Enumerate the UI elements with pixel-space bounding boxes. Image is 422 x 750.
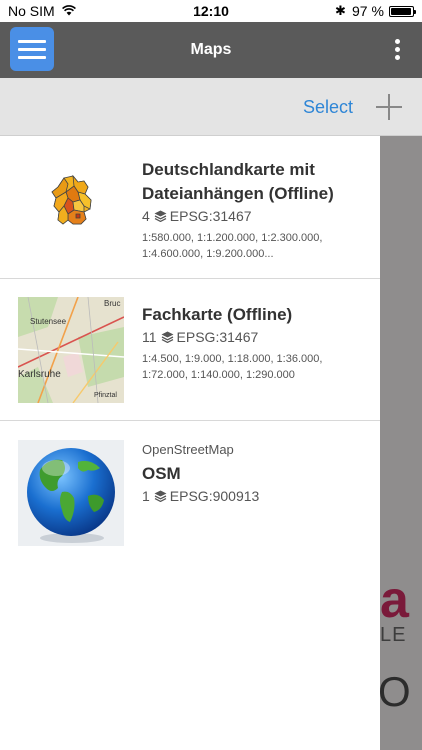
layers-icon — [154, 490, 167, 502]
thumb-label: Stutensee — [30, 317, 67, 326]
thumb-label: Bruc — [104, 299, 120, 308]
epsg-code: EPSG:31467 — [169, 208, 252, 224]
layers-icon — [161, 331, 174, 343]
map-details: OpenStreetMap OSM 1 EPSG:900913 — [142, 442, 372, 504]
more-options-button[interactable] — [390, 36, 406, 64]
more-vertical-icon-dot — [395, 55, 400, 60]
map-title: Fachkarte (Offline) — [142, 305, 293, 324]
page-title: Maps — [190, 41, 232, 58]
list-item-osm[interactable]: OpenStreetMap OSM 1 EPSG:900913 — [0, 421, 380, 561]
map-title-line: Dateianhängen (Offline) — [142, 184, 334, 203]
list-item-deutschlandkarte[interactable]: Deutschlandkarte mit Dateianhängen (Offl… — [0, 136, 380, 279]
status-bar: No SIM 12:10 ✱ 97 % — [0, 0, 422, 22]
layer-count: 4 — [142, 208, 150, 224]
navigation-bar: Maps — [0, 22, 422, 78]
germany-map-thumbnail — [18, 154, 124, 260]
list-item-fachkarte[interactable]: Bruc Stutensee Karlsruhe Pfinztal Fachka… — [0, 279, 380, 421]
background-char-fragment: O — [380, 668, 411, 715]
background-logo-fragment: a — [380, 571, 409, 629]
thumb-label: Pfinztal — [94, 392, 117, 399]
map-title: Deutschlandkarte mit Dateianhängen (Offl… — [142, 158, 372, 206]
bluetooth-icon: ✱ — [335, 3, 346, 18]
layer-count: 1 — [142, 488, 150, 504]
epsg-code: EPSG:31467 — [176, 329, 259, 345]
background-text-fragment: LE — [380, 624, 407, 646]
map-meta: 4 EPSG:31467 — [142, 208, 372, 224]
scales-line: 1:4.600.000, 1:9.200.000... — [142, 248, 274, 260]
more-vertical-icon-dot — [395, 39, 400, 44]
map-scales: 1:580.000, 1:1.200.000, 1:2.300.000, 1:4… — [142, 230, 372, 262]
battery-percent: 97 % — [352, 3, 384, 19]
scales-line: 1:580.000, 1:1.200.000, 1:2.300.000, — [142, 232, 323, 244]
more-vertical-icon-dot — [395, 47, 400, 52]
scales-line: 1:72.000, 1:140.000, 1:290.000 — [142, 369, 295, 381]
map-details: Fachkarte (Offline) 11 EPSG:31467 1:4.50… — [142, 303, 372, 383]
thumb-label: Karlsruhe — [18, 369, 61, 380]
map-title-line: Deutschlandkarte mit — [142, 160, 315, 179]
karlsruhe-map-thumbnail: Bruc Stutensee Karlsruhe Pfinztal — [18, 297, 124, 403]
map-details: Deutschlandkarte mit Dateianhängen (Offl… — [142, 158, 372, 262]
map-list: Deutschlandkarte mit Dateianhängen (Offl… — [0, 136, 380, 750]
map-meta: 11 EPSG:31467 — [142, 329, 372, 345]
battery-level — [391, 8, 412, 15]
epsg-code: EPSG:900913 — [169, 488, 260, 504]
toolbar: Select — [0, 78, 422, 136]
map-source: OpenStreetMap — [142, 442, 234, 457]
map-meta: 1 EPSG:900913 — [142, 488, 372, 504]
select-button[interactable]: Select — [303, 97, 353, 118]
scales-line: 1:4.500, 1:9.000, 1:18.000, 1:36.000, — [142, 353, 323, 365]
layers-icon — [154, 210, 167, 222]
layer-count: 11 — [142, 329, 157, 345]
battery-icon — [389, 6, 416, 17]
globe-icon — [18, 440, 124, 546]
map-title: OSM — [142, 464, 181, 483]
plus-icon[interactable] — [374, 92, 404, 122]
map-scales: 1:4.500, 1:9.000, 1:18.000, 1:36.000, 1:… — [142, 351, 372, 383]
background-content: a LE O — [380, 136, 422, 750]
